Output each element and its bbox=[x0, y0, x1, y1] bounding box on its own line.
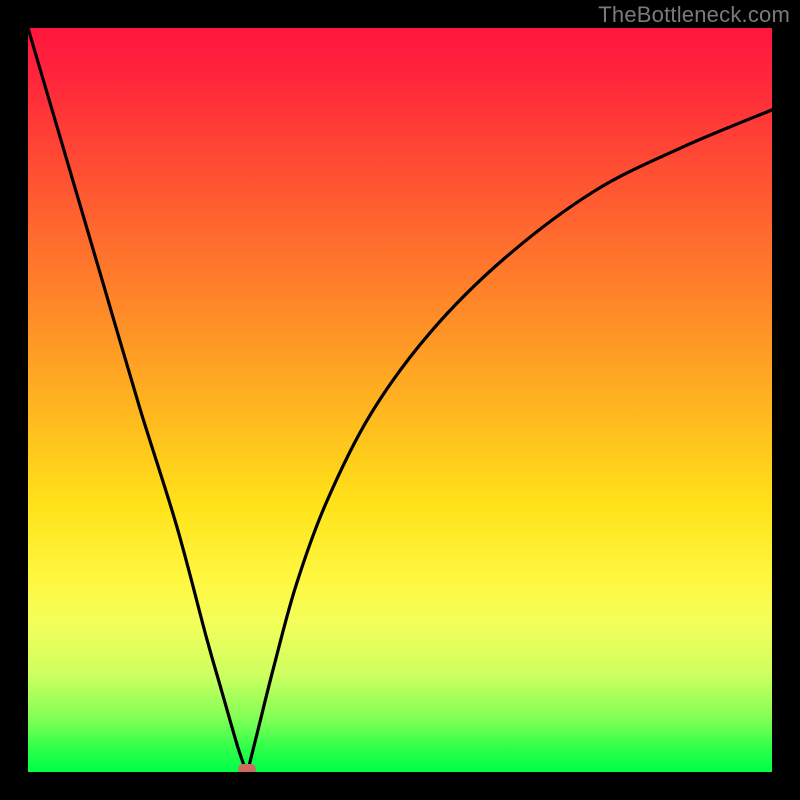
watermark-text: TheBottleneck.com bbox=[598, 2, 790, 28]
plot-area bbox=[28, 28, 772, 772]
curve-svg bbox=[28, 28, 772, 772]
chart-frame: TheBottleneck.com bbox=[0, 0, 800, 800]
curve-path bbox=[28, 28, 772, 772]
minimum-marker bbox=[238, 764, 256, 772]
